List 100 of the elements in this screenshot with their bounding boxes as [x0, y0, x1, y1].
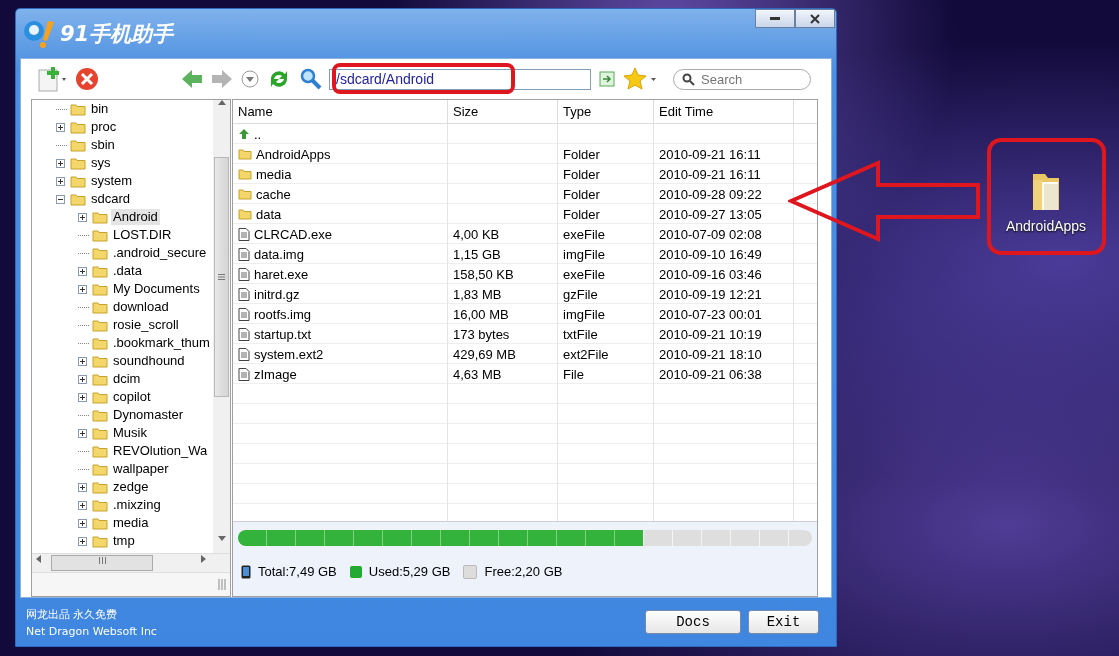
grip-icon[interactable]: [98, 557, 106, 564]
close-icon: [810, 13, 820, 24]
tree-item[interactable]: bin: [89, 101, 111, 117]
logo-icon: [22, 18, 56, 49]
expander-icon[interactable]: [78, 391, 89, 403]
tree-item[interactable]: sbin: [89, 137, 117, 153]
tree-item[interactable]: Musik: [111, 425, 149, 441]
expander-icon[interactable]: [78, 535, 89, 547]
file-name[interactable]: CLRCAD.exe: [254, 226, 333, 242]
expander-icon[interactable]: [78, 211, 89, 223]
column-header[interactable]: Size: [448, 100, 558, 123]
desktop-icon-label[interactable]: AndroidApps: [1005, 218, 1087, 234]
file-name[interactable]: AndroidApps: [256, 146, 331, 162]
file-name[interactable]: initrd.gz: [254, 286, 300, 302]
file-name[interactable]: haret.exe: [254, 266, 309, 282]
file-name[interactable]: cache: [256, 186, 291, 202]
scrollbar[interactable]: [213, 100, 230, 553]
footer-button[interactable]: Docs: [645, 610, 741, 634]
tree-item[interactable]: proc: [89, 119, 119, 135]
file-type: imgFile: [563, 246, 605, 262]
tree-item[interactable]: .android_secure: [111, 245, 209, 261]
tree-item[interactable]: tmp: [111, 533, 137, 549]
close-button[interactable]: [795, 9, 835, 28]
file-name[interactable]: zImage: [254, 366, 297, 382]
column-header[interactable]: Edit Time: [654, 100, 794, 123]
folder-icon: [70, 156, 86, 170]
tree-item[interactable]: zedge: [111, 479, 151, 495]
tree-item[interactable]: .bookmark_thum: [111, 335, 212, 351]
tree-item[interactable]: .mixzing: [111, 497, 163, 513]
tree-item[interactable]: Dynomaster: [111, 407, 186, 423]
file-type: Folder: [563, 206, 600, 222]
search-icon[interactable]: [299, 67, 323, 91]
tree-item[interactable]: rosie_scroll: [111, 317, 181, 333]
column-header[interactable]: Name: [233, 100, 448, 123]
free-swatch-icon: [463, 564, 478, 579]
tree-item[interactable]: REVOlution_Wa: [111, 443, 210, 459]
edit-time: 2010-07-23 00:01: [659, 306, 762, 322]
expander-icon[interactable]: [78, 427, 89, 439]
expander-icon[interactable]: [56, 175, 67, 187]
file-name[interactable]: system.ext2: [254, 346, 324, 362]
folder-icon: [92, 408, 108, 422]
back-arrow-icon[interactable]: [181, 69, 203, 89]
edit-time: 2010-09-21 18:10: [659, 346, 762, 362]
expander-icon[interactable]: [56, 157, 67, 169]
star-icon[interactable]: [623, 67, 657, 91]
expander-icon[interactable]: [78, 481, 89, 493]
edit-time: 2010-09-21 06:38: [659, 366, 762, 382]
tree-item[interactable]: Android: [111, 209, 160, 225]
grip-icon[interactable]: [218, 274, 225, 280]
tree-item[interactable]: system: [89, 173, 135, 189]
file-type: txtFile: [563, 326, 598, 342]
delete-icon[interactable]: [75, 67, 99, 91]
resize-grip[interactable]: [218, 579, 226, 590]
folder-icon: [92, 282, 108, 296]
tree-item[interactable]: wallpaper: [111, 461, 171, 477]
expander-icon[interactable]: [56, 193, 67, 205]
expander-icon[interactable]: [78, 373, 89, 385]
footer-button[interactable]: Exit: [748, 610, 819, 634]
file-type: Folder: [563, 186, 600, 202]
expander-icon[interactable]: [78, 283, 89, 295]
tree-item[interactable]: copilot: [111, 389, 153, 405]
minimize-button[interactable]: [755, 9, 795, 28]
search-field[interactable]: Search: [673, 68, 811, 90]
horizontal-scrollbar[interactable]: [32, 553, 230, 572]
tree-item[interactable]: soundhound: [111, 353, 187, 369]
tree-item[interactable]: media: [111, 515, 151, 531]
file-size: 1,15 GB: [453, 246, 501, 262]
file-name[interactable]: media: [256, 166, 292, 182]
file-size: 4,00 KB: [453, 226, 500, 242]
file-name[interactable]: data: [256, 206, 282, 222]
column-header[interactable]: Type: [558, 100, 654, 123]
tree-item[interactable]: .data: [111, 263, 144, 279]
file-name[interactable]: ..: [254, 126, 262, 142]
folder-icon: [92, 516, 108, 530]
expander-icon[interactable]: [56, 121, 67, 133]
dropdown-circle-icon[interactable]: [241, 70, 259, 88]
minimize-icon: [770, 16, 780, 21]
expander-icon[interactable]: [78, 499, 89, 511]
file-name[interactable]: rootfs.img: [254, 306, 312, 322]
tree-item[interactable]: sys: [89, 155, 113, 171]
tree-item[interactable]: My Documents: [111, 281, 202, 297]
folder-icon: [70, 120, 86, 134]
folder-icon: [92, 498, 108, 512]
file-name[interactable]: startup.txt: [254, 326, 312, 342]
file-name[interactable]: data.img: [254, 246, 304, 262]
tree-item[interactable]: LOST.DIR: [111, 227, 174, 243]
new-file-icon[interactable]: [37, 66, 67, 92]
tree-item[interactable]: dcim: [111, 371, 143, 387]
folder-icon: [92, 228, 108, 242]
expander-icon[interactable]: [78, 355, 89, 367]
go-icon[interactable]: [599, 71, 615, 87]
folder-icon: [238, 168, 252, 180]
file-type: exeFile: [563, 226, 605, 242]
address-field[interactable]: /sdcard/Android: [329, 68, 591, 90]
folder-icon: [92, 480, 108, 494]
tree-item[interactable]: download: [111, 299, 171, 315]
expander-icon[interactable]: [78, 265, 89, 277]
expander-icon[interactable]: [78, 517, 89, 529]
tree-item[interactable]: sdcard: [89, 191, 133, 207]
file-type: gzFile: [563, 286, 598, 302]
